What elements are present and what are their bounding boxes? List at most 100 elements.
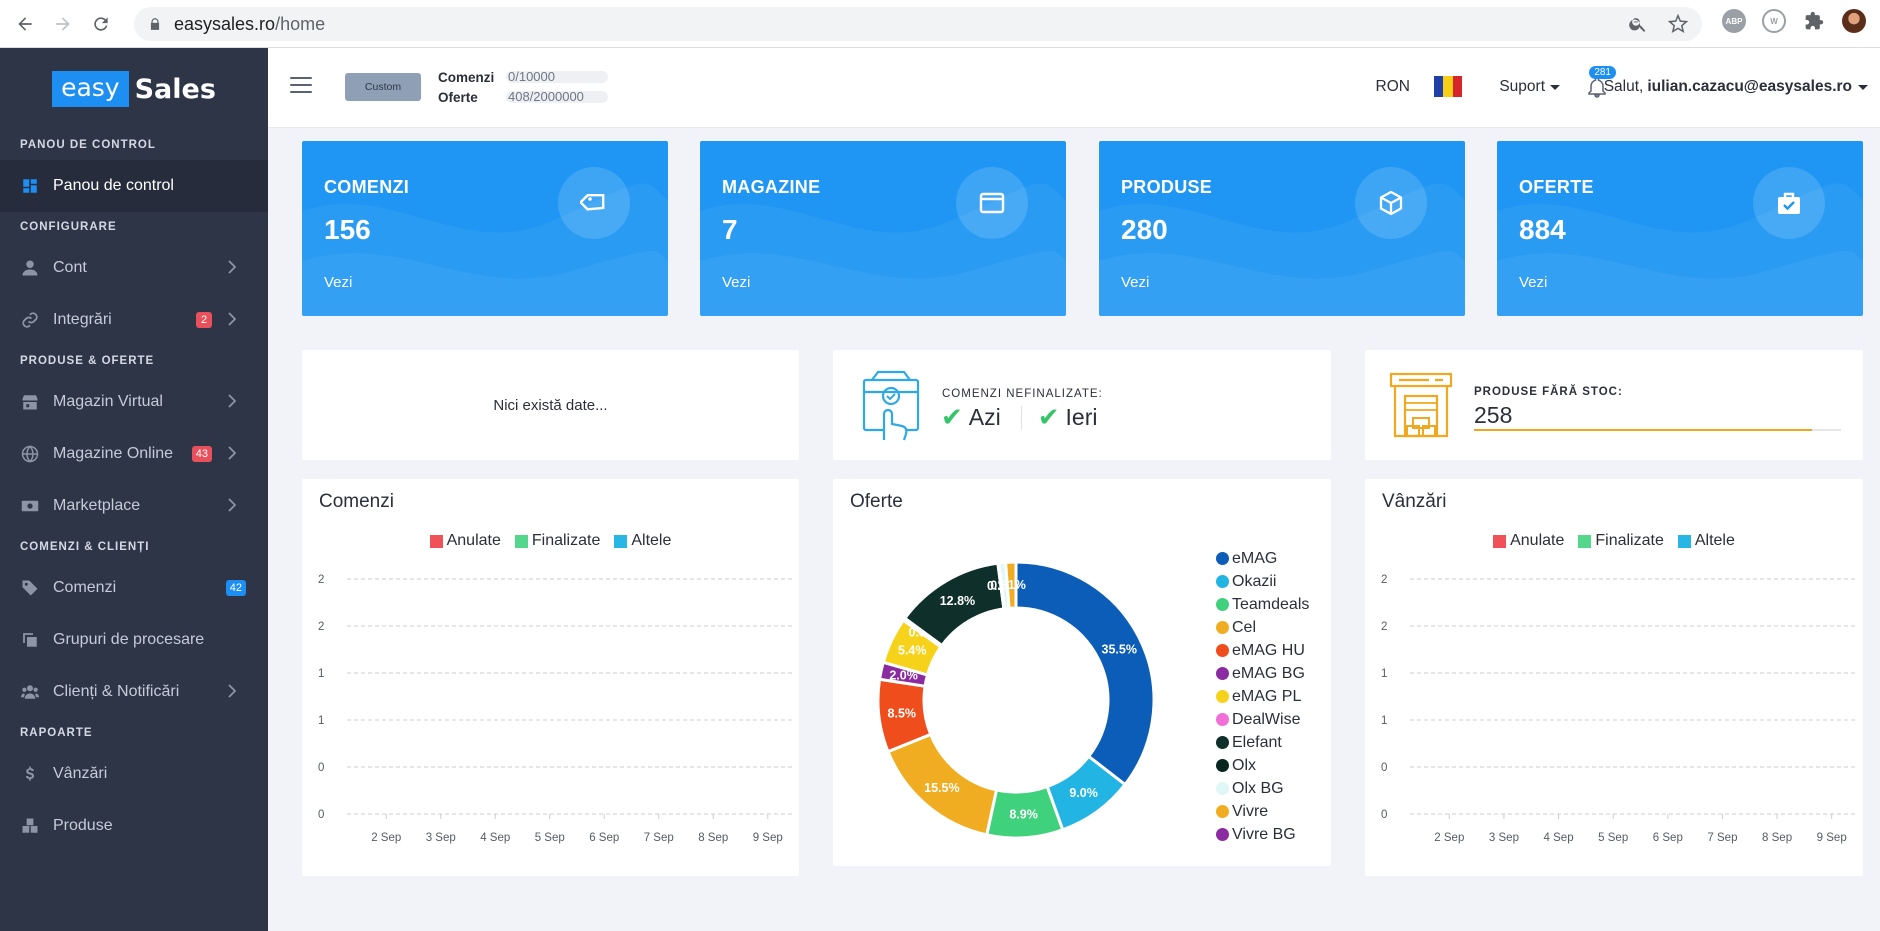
sidebar-section-title: RAPOARTE [20,727,93,739]
no-data-text: Nici există date... [493,396,608,414]
legend-item[interactable]: eMAG BG [1216,662,1309,685]
menu-toggle-icon[interactable] [290,77,312,93]
pie-slice[interactable] [1014,560,1156,787]
quota-orders-bar: 0/10000 [506,70,608,83]
legend-dot [1216,782,1229,795]
stat-link[interactable]: Vezi [1519,274,1547,291]
legend-item[interactable]: Teamdeals [1216,593,1309,616]
pending-today[interactable]: Azi [969,404,1001,431]
profile-avatar[interactable] [1842,9,1866,33]
extensions-puzzle-icon[interactable] [1802,9,1826,33]
sidebar-item-comenzi[interactable]: Comenzi 42 [0,562,268,614]
legend-item[interactable]: Cel [1216,616,1309,639]
legend-dot [1216,713,1229,726]
brand-logo[interactable]: easy Sales [0,48,268,130]
legend-item[interactable]: DealWise [1216,708,1309,731]
currency-selector[interactable]: RON [1376,78,1410,96]
sidebar-item-magazin-virtual[interactable]: Magazin Virtual [0,376,268,428]
lock-icon [150,18,160,30]
romania-flag-icon[interactable] [1434,76,1462,97]
legend-item[interactable]: Olx BG [1216,777,1309,800]
back-icon[interactable] [10,9,40,39]
legend-item[interactable]: Vivre [1216,800,1309,823]
legend-label: Cel [1232,618,1257,636]
stat-card-produse[interactable]: PRODUSE 280 Vezi [1099,141,1465,316]
sidebar-item-vânzări[interactable]: Vânzări [0,748,268,800]
legend-item[interactable]: Elefant [1216,731,1309,754]
legend-item[interactable]: eMAG HU [1216,639,1309,662]
stat-link[interactable]: Vezi [324,274,352,291]
user-menu[interactable]: Salut, iulian.cazacu@easysales.ro [1604,78,1868,96]
legend-dot [1216,805,1229,818]
wordpress-icon[interactable]: W [1762,9,1786,33]
sidebar-item-label: Produse [53,817,113,834]
sidebar-item-panou-de-control[interactable]: Panou de control [0,160,268,212]
quota-orders-label: Comenzi [438,69,495,85]
legend-label: eMAG PL [1232,687,1302,705]
sidebar-item-integrări[interactable]: Integrări 2 [0,294,268,346]
sidebar-item-produse[interactable]: Produse [0,800,268,852]
top-header: Custom Comenzi 0/10000 Oferte 408/200000… [268,48,1880,128]
legend-label: eMAG BG [1232,664,1305,682]
adblock-icon[interactable]: ABP [1722,9,1746,33]
sidebar-item-grupuri-de-procesare[interactable]: Grupuri de procesare [0,614,268,666]
reload-icon[interactable] [86,9,116,39]
count-badge: 2 [196,312,212,328]
legend-label: Olx [1232,756,1256,774]
window-icon [956,167,1028,239]
sidebar-section-title: PRODUSE & OFERTE [20,355,155,367]
count-badge: 43 [191,446,212,462]
stat-value: 156 [324,214,371,245]
x-tick-label: 2 Sep [1434,832,1464,844]
stat-title: OFERTE [1519,177,1594,197]
no-stock-panel: PRODUSE FĂRĂ STOC: 258 [1365,350,1863,460]
sidebar-item-magazine-online[interactable]: Magazine Online 43 [0,428,268,480]
x-tick-label: 9 Sep [753,832,783,844]
sidebar: easy Sales PANOU DE CONTROL Panou de cont… [0,48,268,931]
sidebar-nav: PANOU DE CONTROL Panou de control CONFIGUR… [0,130,268,852]
legend-label: eMAG [1232,549,1278,567]
pie-slice-label: 1.1% [997,578,1026,592]
zoom-icon[interactable] [1628,14,1648,34]
stat-card-oferte[interactable]: OFERTE 884 Vezi [1497,141,1863,316]
address-bar[interactable]: easysales.ro/home [134,7,1702,41]
pending-yesterday[interactable]: Ieri [1066,404,1098,431]
sidebar-item-label: Grupuri de procesare [53,631,205,648]
sidebar-item-label: Vânzări [53,765,108,782]
sidebar-item-cont[interactable]: Cont [0,242,268,294]
sidebar-item-marketplace[interactable]: Marketplace [0,480,268,532]
logo-sales: Sales [134,73,216,105]
x-tick-label: 5 Sep [535,832,565,844]
warehouse-icon [1389,372,1453,438]
legend-item[interactable]: Vivre BG [1216,823,1309,846]
sidebar-item-clienți-notificări[interactable]: Clienți & Notificări [0,666,268,718]
stat-card-magazine[interactable]: MAGAZINE 7 Vezi [700,141,1066,316]
sidebar-item-label: Clienți & Notificări [53,683,180,700]
legend-item[interactable]: Okazii [1216,570,1309,593]
legend-label: DealWise [1232,710,1301,728]
stat-link[interactable]: Vezi [722,274,750,291]
legend-dot [1216,621,1229,634]
forward-icon[interactable] [48,9,78,39]
legend-item[interactable]: eMAG PL [1216,685,1309,708]
copy-icon [20,631,40,649]
y-tick-label: 0 [318,762,324,774]
stat-link[interactable]: Vezi [1121,274,1149,291]
legend-item[interactable]: Olx [1216,754,1309,777]
legend-label: Teamdeals [1232,595,1310,613]
y-tick-label: 2 [318,574,324,586]
legend-dot [1216,575,1229,588]
stat-card-comenzi[interactable]: COMENZI 156 Vezi [302,141,668,316]
x-tick-label: 4 Sep [1544,832,1574,844]
star-icon[interactable] [1668,14,1688,34]
x-tick-label: 8 Sep [1762,832,1792,844]
money-icon [20,497,40,515]
pie-slice-label: 8.9% [1009,808,1038,822]
legend-dot [1216,759,1229,772]
legend-item[interactable]: eMAG [1216,547,1309,570]
y-tick-label: 1 [1381,715,1387,727]
support-dropdown[interactable]: Suport [1499,78,1560,96]
donut-chart: 35.5%9.0%8.9%15.5%8.5%2.0%5.4%0.3%12.8%0… [876,560,1156,840]
plan-button[interactable]: Custom [345,73,421,101]
store-icon [20,393,40,411]
